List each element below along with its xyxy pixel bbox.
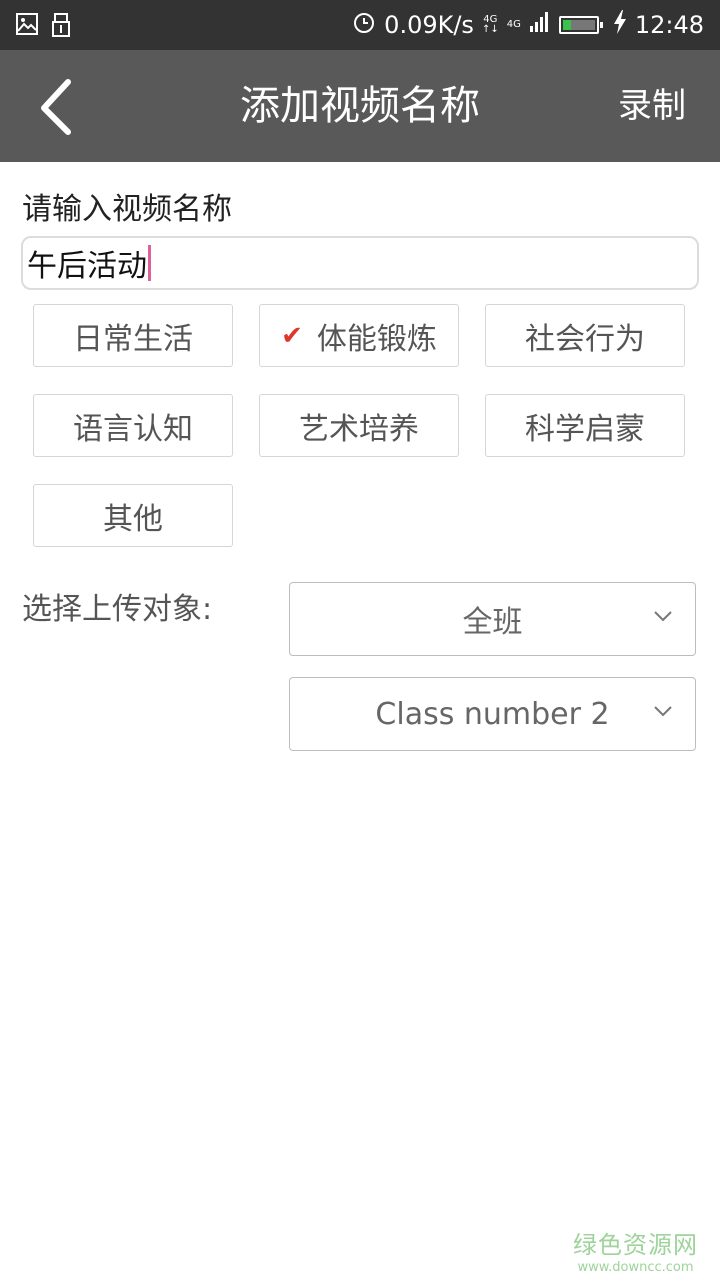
record-button[interactable]: 录制	[618, 50, 686, 162]
upload-target-label: 选择上传对象:	[22, 592, 213, 627]
chevron-down-icon	[654, 706, 672, 717]
video-name-value: 午后活动	[27, 249, 147, 284]
text-caret	[148, 245, 151, 281]
tag-daily-life[interactable]: 日常生活	[33, 304, 233, 367]
watermark-name: 绿色资源网	[573, 1231, 698, 1259]
network-type-2: 4G	[506, 19, 521, 30]
watermark-url: www.downcc.com	[577, 1260, 694, 1275]
video-name-label: 请输入视频名称	[22, 192, 232, 227]
tag-language-cognition[interactable]: 语言认知	[33, 394, 233, 457]
tag-label: 艺术培养	[299, 411, 419, 447]
tag-label: 其他	[103, 501, 163, 537]
tag-label: 社会行为	[525, 321, 645, 357]
tag-label: 科学启蒙	[525, 411, 645, 447]
class-select[interactable]: Class number 2	[289, 677, 696, 751]
alarm-icon	[352, 10, 376, 40]
tag-physical-training[interactable]: ✔ 体能锻炼	[259, 304, 459, 367]
tag-label: 日常生活	[73, 321, 193, 357]
select-value: Class number 2	[375, 696, 610, 732]
select-value: 全班	[462, 605, 523, 640]
image-icon	[16, 13, 38, 41]
checkmark-icon: ✔	[281, 320, 303, 351]
tag-art-cultivation[interactable]: 艺术培养	[259, 394, 459, 457]
status-bar: 0.09K/s 4G ↑↓ 4G 12:48	[0, 0, 720, 50]
battery-icon	[558, 16, 603, 34]
tag-label: 体能锻炼	[316, 321, 437, 357]
page-title: 添加视频名称	[240, 83, 480, 129]
watermark: 绿色资源网 www.downcc.com	[573, 1225, 698, 1275]
signal-icon	[529, 11, 551, 39]
tag-social-behavior[interactable]: 社会行为	[485, 304, 685, 367]
video-name-input[interactable]: 午后活动	[21, 236, 699, 290]
charging-icon	[613, 10, 627, 40]
network-type: 4G ↑↓	[481, 14, 499, 35]
net-speed: 0.09K/s	[384, 11, 474, 39]
tag-label: 语言认知	[73, 411, 193, 447]
chevron-down-icon	[654, 611, 672, 622]
app-bar: 添加视频名称 录制	[0, 50, 720, 162]
clock: 12:48	[634, 11, 704, 39]
tag-other[interactable]: 其他	[33, 484, 233, 547]
tag-science-enlightenment[interactable]: 科学启蒙	[485, 394, 685, 457]
target-scope-select[interactable]: 全班	[289, 582, 696, 656]
usb-icon	[52, 13, 70, 41]
